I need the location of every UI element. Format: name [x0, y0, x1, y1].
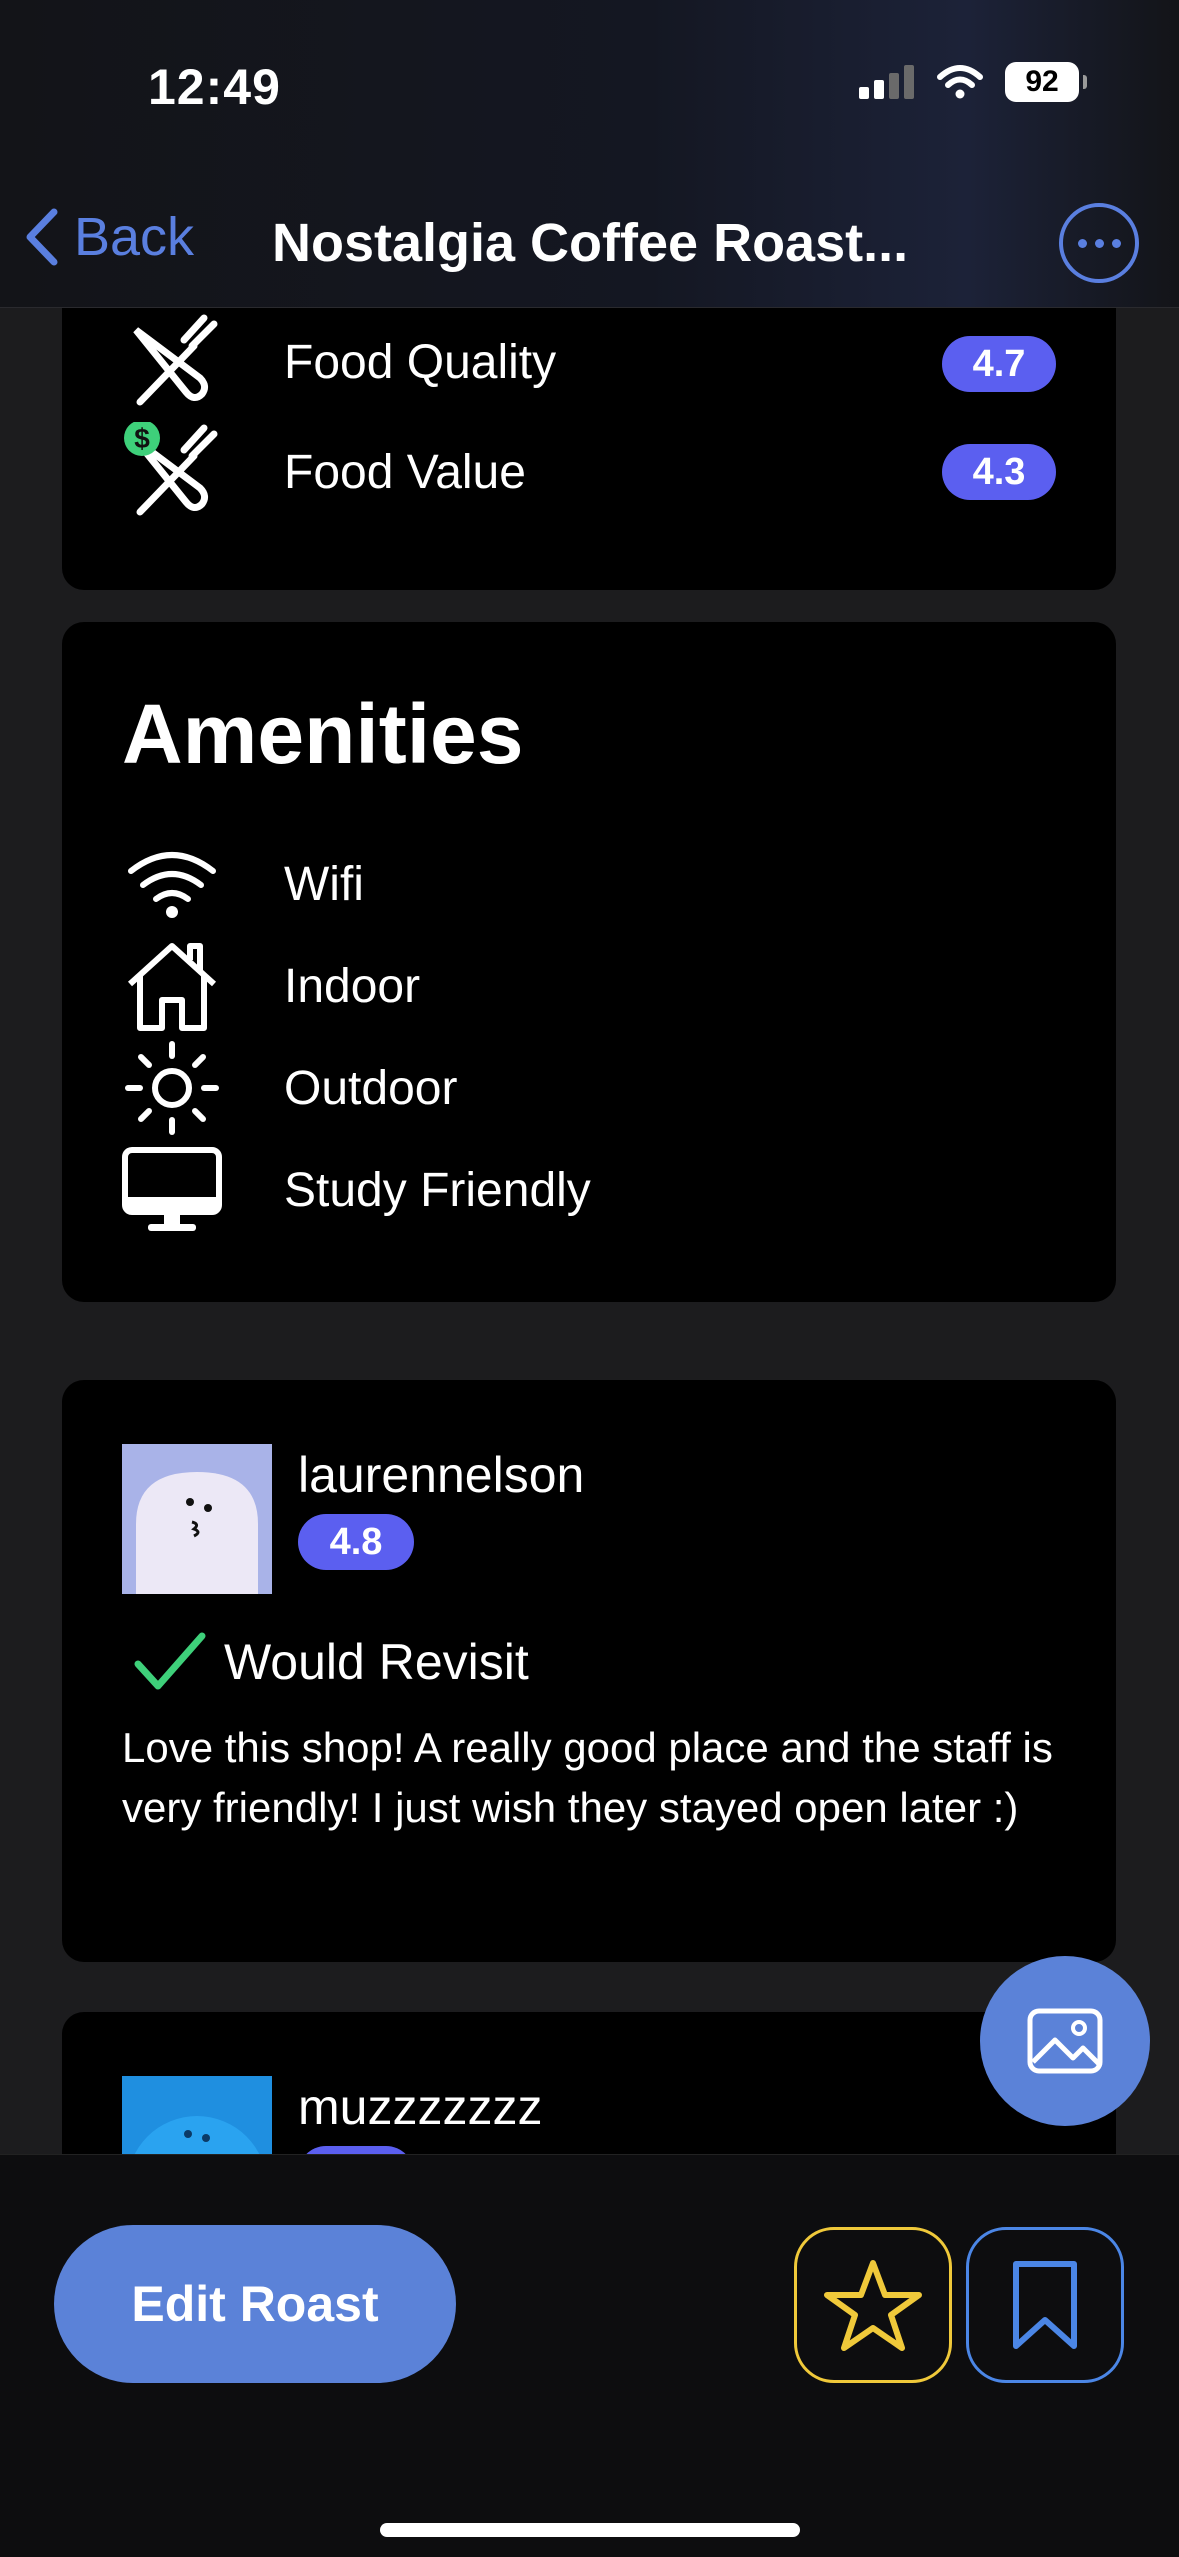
ratings-card: Food Quality 4.7 $ Food Value 4.3 [62, 260, 1116, 590]
fork-knife-dollar-icon: $ [122, 422, 222, 522]
would-revisit-label: Would Revisit [224, 1634, 529, 1690]
wifi-status-icon [937, 65, 983, 99]
status-icons: 92 [859, 62, 1087, 102]
status-time: 12:49 [148, 59, 281, 115]
back-label: Back [74, 207, 195, 267]
star-icon [824, 2260, 922, 2351]
sun-icon [122, 1038, 222, 1138]
house-icon [122, 936, 222, 1036]
review-card[interactable]: laurennelson 4.8 Would Revisit Love this… [62, 1380, 1116, 1962]
photo-icon [1027, 2008, 1103, 2074]
amenity-study-friendly: Study Friendly [122, 1140, 591, 1240]
page-title: Nostalgia Coffee Roast... [272, 213, 909, 273]
review-username[interactable]: muzzzzzzz [298, 2078, 542, 2136]
back-button[interactable]: Back [24, 206, 194, 268]
bookmark-icon [1013, 2261, 1077, 2349]
amenities-title: Amenities [122, 687, 524, 781]
favorite-button[interactable] [794, 2227, 952, 2383]
rating-label: Food Value [284, 445, 526, 499]
chevron-left-icon [26, 208, 58, 266]
checkmark-icon [134, 1632, 206, 1690]
amenity-wifi: Wifi [122, 834, 364, 934]
ellipsis-icon [1059, 203, 1139, 283]
amenity-label: Study Friendly [284, 1163, 591, 1217]
amenity-outdoor: Outdoor [122, 1038, 457, 1138]
review-username[interactable]: laurennelson [298, 1446, 584, 1504]
svg-text:$: $ [134, 423, 150, 454]
bottom-action-bar: Edit Roast [0, 2154, 1179, 2557]
more-options-button[interactable] [1036, 202, 1162, 284]
review-text: Love this shop! A really good place and … [122, 1724, 1053, 1831]
would-revisit-indicator: Would Revisit [132, 1630, 529, 1694]
review-score-badge: 4.8 [298, 1514, 414, 1570]
rating-score-badge: 4.7 [942, 336, 1056, 392]
bookmark-button[interactable] [966, 2227, 1124, 2383]
home-indicator [380, 2523, 800, 2537]
rating-label: Food Quality [284, 335, 557, 389]
rating-row-food-value: $ Food Value [122, 422, 526, 522]
fork-knife-icon [122, 312, 222, 412]
amenity-label: Outdoor [284, 1061, 458, 1115]
amenity-label: Indoor [284, 959, 421, 1013]
top-bar: 12:49 92 Back Nostalgia Coffee Roast... [0, 0, 1179, 308]
battery-icon: 92 [1005, 62, 1087, 102]
monitor-icon [122, 1140, 222, 1240]
amenities-card: Amenities Wifi Indoor Outdoor Study Frie… [62, 622, 1116, 1302]
rating-score-badge: 4.3 [942, 444, 1056, 500]
avatar[interactable] [122, 1444, 272, 1594]
rating-row-food-quality: Food Quality [122, 312, 556, 412]
add-photo-button[interactable] [980, 1956, 1150, 2126]
edit-roast-button[interactable]: Edit Roast [54, 2225, 456, 2383]
amenity-label: Wifi [284, 857, 364, 911]
amenity-indoor: Indoor [122, 936, 420, 1036]
wifi-icon [122, 834, 222, 934]
cellular-signal-icon [859, 65, 914, 99]
